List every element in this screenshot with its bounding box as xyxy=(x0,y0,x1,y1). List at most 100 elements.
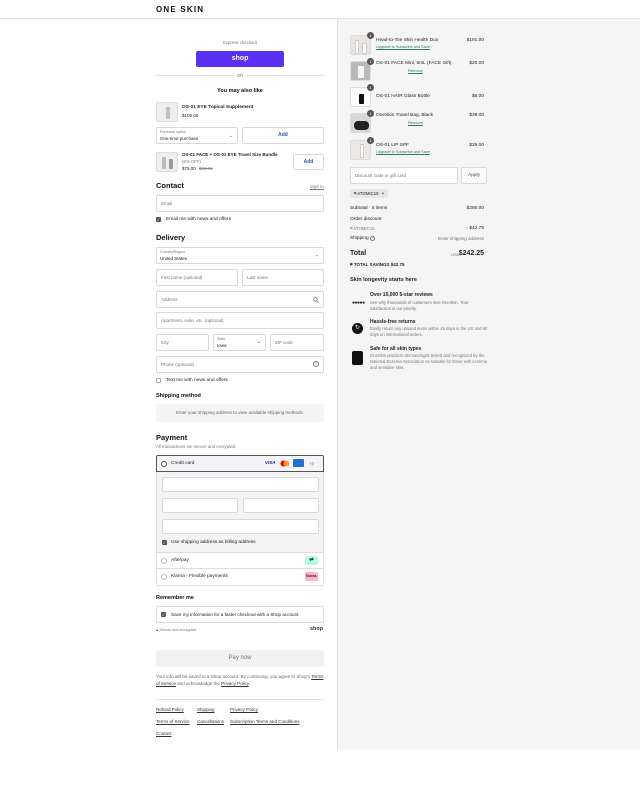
sign-in-link[interactable]: Sign in xyxy=(310,184,324,189)
footer-terms-of-service[interactable]: Terms of Service xyxy=(156,719,190,724)
email-field[interactable]: Email xyxy=(156,195,324,212)
footer-subscription-terms[interactable]: Subscription Terms and Conditions xyxy=(230,719,299,724)
visa-icon: VISA xyxy=(265,460,276,465)
afterpay-logo-icon: ⇄ xyxy=(305,556,318,565)
credit-card-option[interactable]: Credit card VISA +3 xyxy=(156,455,324,472)
help-icon[interactable]: ? xyxy=(313,361,319,367)
footer-privacy-policy[interactable]: Privacy Policy xyxy=(230,707,258,712)
save-info-label: Save my information for a faster checkou… xyxy=(171,612,299,617)
name-on-card-field[interactable] xyxy=(162,519,319,534)
delivery-title: Delivery xyxy=(156,233,186,242)
upsell-item2-add-button[interactable]: Add xyxy=(293,154,324,170)
cart-item-name: OS-01 FACE Mini, 8mL (FACE Gift) xyxy=(376,61,452,66)
first-name-field[interactable]: First name (optional) xyxy=(156,269,238,286)
brand-logo[interactable]: ONE SKIN xyxy=(156,5,204,14)
purchase-option-select[interactable]: Purchase option One-time purchase ⌄ xyxy=(156,127,238,144)
divider-left xyxy=(156,75,233,76)
footer-shipping[interactable]: Shipping xyxy=(197,707,215,712)
feature-reviews-text: See why thousands of customers love OneS… xyxy=(370,300,469,311)
shop-pay-button[interactable]: shop xyxy=(196,51,284,67)
credit-card-label: Credit card xyxy=(171,461,195,466)
credit-card-radio[interactable] xyxy=(161,461,167,467)
country-select[interactable]: Country/Region United States ⌄ xyxy=(156,247,324,264)
total-savings-label: TOTAL SAVINGS xyxy=(353,262,390,267)
apartment-field[interactable]: Apartment, suite, etc. (optional) xyxy=(156,312,324,329)
privacy-policy-link[interactable]: Privacy Policy xyxy=(221,681,249,686)
mastercard-icon xyxy=(280,460,290,467)
remember-me-box[interactable]: ✓ Save my information for a faster check… xyxy=(156,606,324,623)
email-news-label: Email me with news and offers xyxy=(166,217,231,222)
upsell-item2-image[interactable] xyxy=(156,152,178,172)
footer-refund-policy[interactable]: Refund Policy xyxy=(156,707,184,712)
klarna-logo-icon: Klarna. xyxy=(305,572,318,581)
lock-icon: 🔒︎ xyxy=(156,628,159,632)
upsell-item1-price: $109.00 xyxy=(182,113,199,118)
remove-link[interactable]: Remove xyxy=(408,120,423,125)
upgrade-subscribe-link[interactable]: Upgrade to Subscribe and Save xyxy=(376,45,430,49)
remove-discount-icon[interactable]: × xyxy=(382,191,385,196)
upsell-item1-name: OS-01 EYE Topical Supplement xyxy=(182,105,254,110)
discount-code-field[interactable]: Discount code or gift card xyxy=(350,167,458,184)
pay-now-button[interactable]: Pay now xyxy=(156,650,324,667)
express-checkout-label: Express checkout xyxy=(223,40,257,45)
tag-icon: ⌗ xyxy=(350,262,353,267)
afterpay-option[interactable]: Afterpay ⇄ xyxy=(156,552,324,569)
order-summary-panel: 1 Head-to-Toe Skin Health Duo Upgrade to… xyxy=(337,19,640,750)
save-info-checkbox[interactable]: ✓ xyxy=(161,612,166,617)
shop-logo: shop xyxy=(310,626,324,632)
address-field[interactable]: Address xyxy=(156,291,324,308)
klarna-radio[interactable] xyxy=(161,574,167,580)
footer-contact[interactable]: Contact xyxy=(156,731,172,736)
five-stars-icon: ●●●●● xyxy=(352,300,365,306)
zip-field[interactable]: ZIP code xyxy=(270,334,324,351)
expiry-field[interactable] xyxy=(162,498,238,513)
upsell-item1-add-button[interactable]: Add xyxy=(242,127,324,144)
upsell-item2-current-price: $75.00 xyxy=(182,166,196,171)
cart-item-price: $6.00 xyxy=(471,94,484,99)
total-value: $242.25 xyxy=(458,250,484,257)
search-icon xyxy=(313,297,319,303)
shipping-method-title: Shipping method xyxy=(156,393,201,399)
text-news-checkbox[interactable] xyxy=(156,378,161,383)
first-name-placeholder: First name (optional) xyxy=(161,275,203,280)
cart-item-name: OS-01 HAIR Glass Bottle xyxy=(376,94,430,99)
shipping-row-label: Shipping ? xyxy=(350,236,376,241)
upgrade-subscribe-link[interactable]: Upgrade to Subscribe and Save xyxy=(376,150,430,154)
header: ONE SKIN xyxy=(0,0,640,19)
phone-field[interactable]: Phone (optional) ? xyxy=(156,356,324,373)
total-savings: ⌗ TOTAL SAVINGS $42.75 xyxy=(350,262,405,267)
klarna-option[interactable]: Klarna - Flexible payments Klarna. xyxy=(156,569,324,586)
purchase-option-value: One-time purchase xyxy=(160,136,199,141)
apartment-placeholder: Apartment, suite, etc. (optional) xyxy=(161,318,224,323)
country-label: Country/Region xyxy=(160,250,185,254)
order-discount-code-text: ATOMIC15 xyxy=(353,226,375,231)
discount-code-tag: ⌗ ATOMIC15 × xyxy=(350,189,389,198)
state-label: State xyxy=(217,337,226,341)
upsell-item1-image[interactable] xyxy=(156,102,178,122)
cart-item-price: $29.00 xyxy=(469,143,484,148)
footer-divider xyxy=(156,699,324,700)
card-number-field[interactable] xyxy=(162,477,319,492)
footer-cancellations[interactable]: Cancellations xyxy=(197,719,224,724)
feature-skin-title: Safe for all skin types xyxy=(370,346,422,352)
afterpay-radio[interactable] xyxy=(161,558,167,564)
cvv-field[interactable] xyxy=(243,498,319,513)
shipping-value: Enter shipping address xyxy=(437,236,484,241)
state-select[interactable]: State Iowa ⌄ xyxy=(213,334,266,351)
help-icon[interactable]: ? xyxy=(370,236,376,241)
total-label: Total xyxy=(350,250,367,257)
city-field[interactable]: City xyxy=(156,334,209,351)
text-news-label: Text me with news and offers xyxy=(166,378,228,383)
last-name-field[interactable]: Last name xyxy=(242,269,324,286)
klarna-label: Klarna - Flexible payments xyxy=(171,574,228,579)
billing-checkbox[interactable]: ✓ xyxy=(162,540,167,545)
cart-item-name: OneSkin Travel Bag, Black xyxy=(376,113,434,118)
legal-text: Your info will be saved to a Shop accoun… xyxy=(156,673,324,687)
apply-discount-button[interactable]: Apply xyxy=(461,167,487,184)
email-news-checkbox[interactable]: ✓ xyxy=(156,217,161,222)
amex-icon xyxy=(293,459,304,467)
remove-link[interactable]: Remove xyxy=(408,68,423,73)
upsell-item2-name: OS-01 FACE + OS-01 EYE Travel Size Bundl… xyxy=(182,152,278,157)
legal-text-1: Your info will be saved to a Shop accoun… xyxy=(156,674,311,679)
longevity-title: Skin longevity starts here xyxy=(350,277,417,283)
